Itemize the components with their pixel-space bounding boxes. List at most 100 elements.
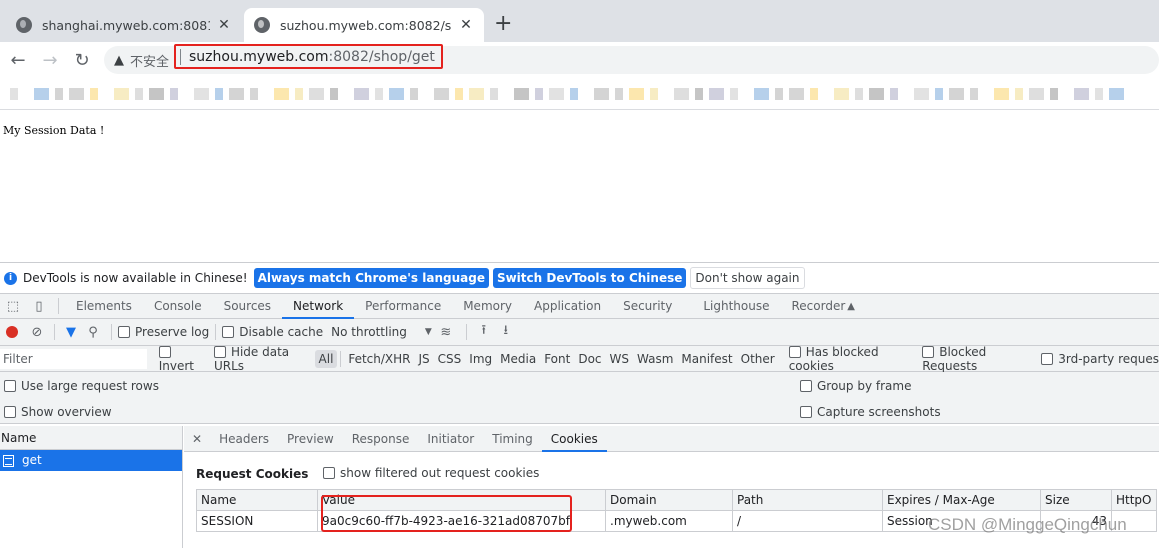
- reload-button[interactable]: ↻: [66, 50, 98, 71]
- filter-type-font[interactable]: Font: [540, 352, 574, 366]
- flask-icon: ▲: [847, 300, 855, 312]
- close-tab-icon[interactable]: ✕: [216, 17, 232, 33]
- browser-tab-suzhou[interactable]: suzhou.myweb.com:8082/shop ✕: [244, 8, 484, 42]
- forward-button[interactable]: →: [34, 50, 66, 71]
- large-rows-checkbox[interactable]: Use large request rows: [4, 379, 159, 393]
- checkbox[interactable]: [118, 326, 130, 338]
- invert-checkbox[interactable]: Invert: [158, 345, 206, 373]
- hide-data-urls-checkbox[interactable]: Hide data URLs: [213, 345, 313, 373]
- filter-type-all[interactable]: All: [314, 349, 338, 368]
- panel-tab-sources[interactable]: Sources: [213, 294, 282, 319]
- devtools-infobar: i DevTools is now available in Chinese! …: [0, 263, 1159, 293]
- request-row[interactable]: get: [0, 450, 182, 471]
- checkbox[interactable]: [158, 345, 171, 358]
- bookmark-blur: [674, 88, 689, 100]
- show-overview-checkbox[interactable]: Show overview: [4, 405, 112, 419]
- disable-cache-checkbox[interactable]: Disable cache: [222, 325, 323, 339]
- bookmark-blur: [1109, 88, 1124, 100]
- panel-tab-performance[interactable]: Performance: [354, 294, 452, 319]
- warning-icon[interactable]: ▲: [114, 53, 124, 68]
- new-tab-button[interactable]: +: [494, 12, 512, 36]
- address-bar[interactable]: ▲ 不安全 suzhou.myweb.com :8082/shop/get: [104, 44, 1159, 74]
- show-filtered-cookies-checkbox[interactable]: show filtered out request cookies: [323, 466, 539, 480]
- filter-type-js[interactable]: JS: [415, 352, 434, 366]
- checkbox[interactable]: [4, 380, 16, 392]
- switch-to-chinese-button[interactable]: Switch DevTools to Chinese: [492, 268, 687, 288]
- detail-tab-response[interactable]: Response: [343, 426, 419, 452]
- insecure-label[interactable]: 不安全: [130, 51, 169, 70]
- panel-tab-recorder[interactable]: Recorder: [781, 294, 848, 319]
- third-party-checkbox[interactable]: 3rd-party reques: [1041, 352, 1159, 366]
- filter-type-css[interactable]: CSS: [434, 352, 466, 366]
- capture-screenshots-checkbox[interactable]: Capture screenshots: [800, 405, 941, 419]
- checkbox[interactable]: [800, 406, 812, 418]
- filter-type-doc[interactable]: Doc: [574, 352, 605, 366]
- panel-tab-network[interactable]: Network: [282, 294, 355, 319]
- col-expires[interactable]: Expires / Max-Age: [882, 489, 1041, 511]
- panel-tab-application[interactable]: Application: [523, 294, 612, 319]
- checkbox[interactable]: [222, 326, 235, 338]
- preserve-log-checkbox[interactable]: Preserve log: [118, 325, 209, 339]
- record-button[interactable]: [6, 326, 18, 338]
- blocked-requests-checkbox[interactable]: Blocked Requests: [922, 345, 1033, 373]
- search-icon[interactable]: ⚲: [81, 325, 105, 340]
- device-toolbar-icon[interactable]: ▯: [26, 299, 52, 314]
- detail-tab-headers[interactable]: Headers: [210, 426, 278, 452]
- checkbox[interactable]: [213, 345, 226, 358]
- detail-tab-cookies[interactable]: Cookies: [541, 426, 607, 452]
- detail-tab-initiator[interactable]: Initiator: [418, 426, 483, 452]
- checkbox[interactable]: [922, 345, 935, 358]
- filter-type-other[interactable]: Other: [737, 352, 779, 366]
- filter-type-fetch-xhr[interactable]: Fetch/XHR: [344, 352, 414, 366]
- browser-tab-shanghai[interactable]: shanghai.myweb.com:8081/bu ✕: [6, 8, 242, 42]
- clear-icon[interactable]: ⊘: [26, 325, 48, 340]
- back-button[interactable]: ←: [2, 50, 34, 71]
- bookmark-blur: [549, 88, 564, 100]
- has-blocked-cookies-checkbox[interactable]: Has blocked cookies: [788, 345, 915, 373]
- filter-type-img[interactable]: Img: [465, 352, 496, 366]
- detail-tab-preview[interactable]: Preview: [278, 426, 343, 452]
- panel-tab-security[interactable]: Security: [612, 294, 683, 319]
- detail-tab-timing[interactable]: Timing: [483, 426, 542, 452]
- panel-tab-lighthouse[interactable]: Lighthouse: [683, 294, 780, 319]
- checkbox[interactable]: [1041, 352, 1054, 365]
- col-size[interactable]: Size: [1040, 489, 1112, 511]
- import-har-icon[interactable]: ⭱: [473, 321, 495, 343]
- network-conditions-icon[interactable]: ≋: [432, 325, 460, 340]
- filter-type-wasm[interactable]: Wasm: [633, 352, 677, 366]
- divider: [54, 324, 55, 340]
- filter-type-media[interactable]: Media: [496, 352, 540, 366]
- checkbox[interactable]: [323, 467, 335, 479]
- col-name[interactable]: Name: [196, 489, 318, 511]
- export-har-icon[interactable]: ⭳: [495, 321, 517, 343]
- checkbox[interactable]: [4, 406, 16, 418]
- col-path[interactable]: Path: [732, 489, 883, 511]
- filter-type-manifest[interactable]: Manifest: [677, 352, 736, 366]
- panel-tab-memory[interactable]: Memory: [452, 294, 523, 319]
- dont-show-again-button[interactable]: Don't show again: [690, 267, 805, 289]
- filter-type-ws[interactable]: WS: [606, 352, 633, 366]
- chevron-down-icon[interactable]: ▼: [425, 327, 432, 337]
- group-by-frame-checkbox[interactable]: Group by frame: [800, 379, 911, 393]
- throttling-select[interactable]: No throttling: [331, 325, 407, 339]
- checkbox[interactable]: [788, 345, 801, 358]
- col-httponly[interactable]: HttpO: [1111, 489, 1157, 511]
- show-overview-label: Show overview: [21, 405, 112, 419]
- network-settings: Use large request rows Show overview Gro…: [0, 372, 1159, 424]
- panel-tab-elements[interactable]: Elements: [65, 294, 143, 319]
- bookmark-blur: [570, 88, 578, 100]
- checkbox[interactable]: [800, 380, 812, 392]
- bookmark-blur: [170, 88, 178, 100]
- bookmark-blur: [389, 88, 404, 100]
- bookmark-blur: [810, 88, 818, 100]
- close-tab-icon[interactable]: ✕: [458, 17, 474, 33]
- always-match-language-button[interactable]: Always match Chrome's language: [253, 268, 489, 288]
- close-detail-icon[interactable]: ✕: [184, 432, 210, 446]
- bookmark-blur: [295, 88, 303, 100]
- filter-icon[interactable]: ▼: [61, 325, 81, 340]
- col-domain[interactable]: Domain: [605, 489, 733, 511]
- filter-input[interactable]: Filter: [0, 348, 147, 369]
- inspect-element-icon[interactable]: ⬚: [0, 299, 26, 314]
- panel-tab-console[interactable]: Console: [143, 294, 213, 319]
- request-list-header[interactable]: Name: [0, 426, 182, 450]
